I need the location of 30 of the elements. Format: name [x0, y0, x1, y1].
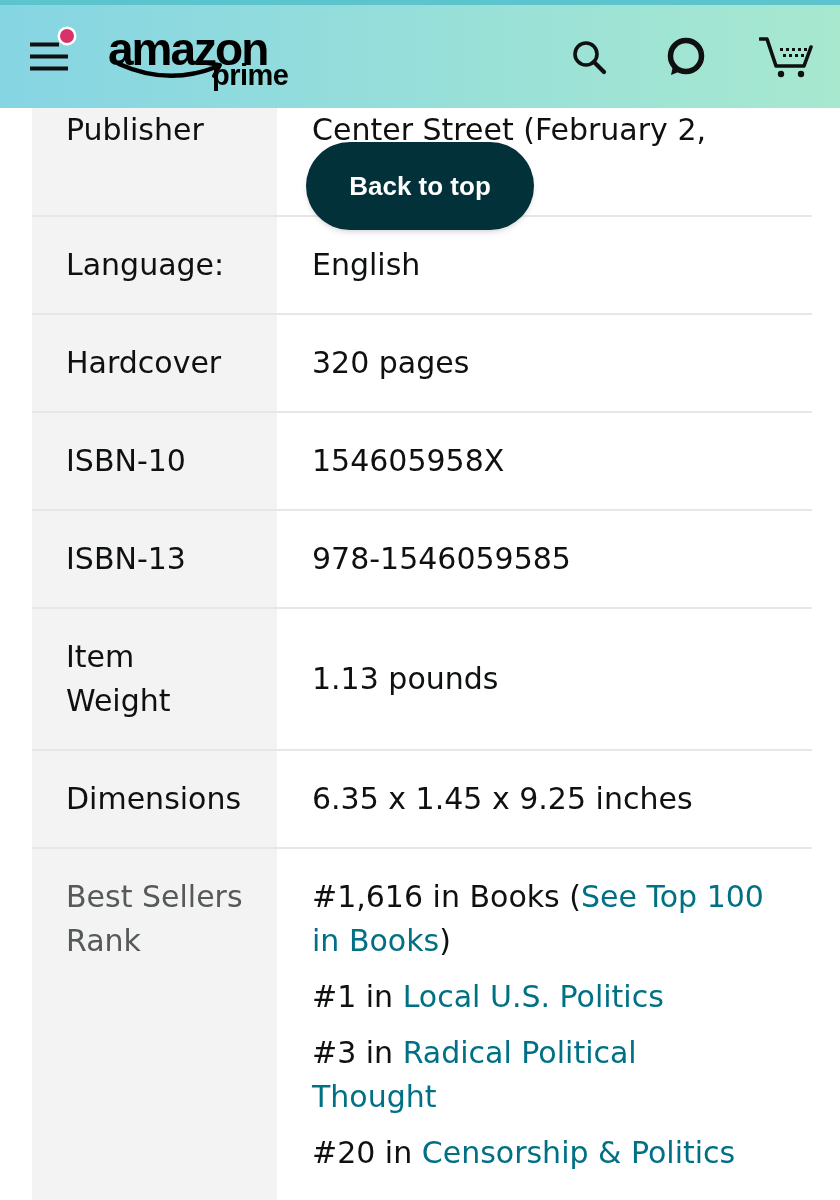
menu-icon[interactable] [30, 42, 68, 71]
row-value: 1.13 pounds [312, 660, 499, 698]
row-value: 6.35 x 1.45 x 9.25 inches [312, 780, 693, 818]
row-label: Dimensions [66, 780, 242, 818]
rank-text: #20 in [312, 1135, 413, 1170]
category-link[interactable]: Radical Political [402, 1035, 637, 1070]
category-link[interactable]: in Books [312, 923, 440, 958]
rank-text: #3 in [312, 1035, 394, 1070]
speech-ring-icon[interactable] [666, 36, 706, 77]
row-label: ISBN-10 [66, 442, 186, 480]
row-value: English [312, 246, 421, 284]
category-link[interactable]: Local U.S. Politics [402, 979, 664, 1014]
row-label: Item Weight [66, 638, 172, 720]
row-value: 320 pages [312, 344, 470, 382]
row-label: Publisher [66, 111, 204, 149]
rank-text: #1 in [312, 979, 394, 1014]
row-label: ISBN-13 [66, 540, 186, 578]
search-icon[interactable] [571, 38, 607, 75]
row-label: Best Sellers Rank [66, 878, 244, 960]
closing-parenthesis: ) [439, 923, 451, 958]
opening-parenthesis: ( [569, 879, 581, 914]
cart-icon[interactable] [759, 35, 813, 78]
row-label: Hardcover [66, 344, 222, 382]
row-value: 978-1546059585 [312, 540, 571, 578]
category-link[interactable]: Censorship & Politics [421, 1135, 736, 1170]
row-label: Language: [66, 246, 225, 284]
rank-text: #1,616 in Books [312, 879, 560, 914]
category-link[interactable]: See Top 100 [581, 879, 764, 914]
row-value: 154605958X [312, 442, 505, 480]
category-link[interactable]: Thought [312, 1079, 437, 1114]
